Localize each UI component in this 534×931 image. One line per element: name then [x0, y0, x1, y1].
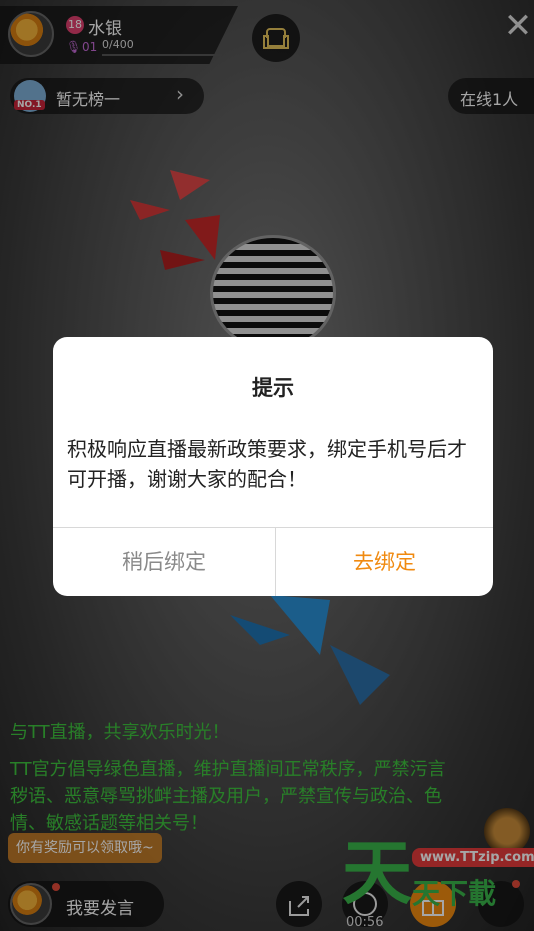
bind-now-button[interactable]: 去绑定: [276, 528, 493, 596]
dialog-message: 积极响应直播最新政策要求，绑定手机号后才可开播，谢谢大家的配合！: [67, 437, 467, 491]
dialog-title: 提示: [252, 376, 294, 400]
bind-later-button[interactable]: 稍后绑定: [53, 528, 275, 596]
bind-phone-dialog: 提示 积极响应直播最新政策要求，绑定手机号后才可开播，谢谢大家的配合！ 稍后绑定…: [53, 337, 493, 596]
